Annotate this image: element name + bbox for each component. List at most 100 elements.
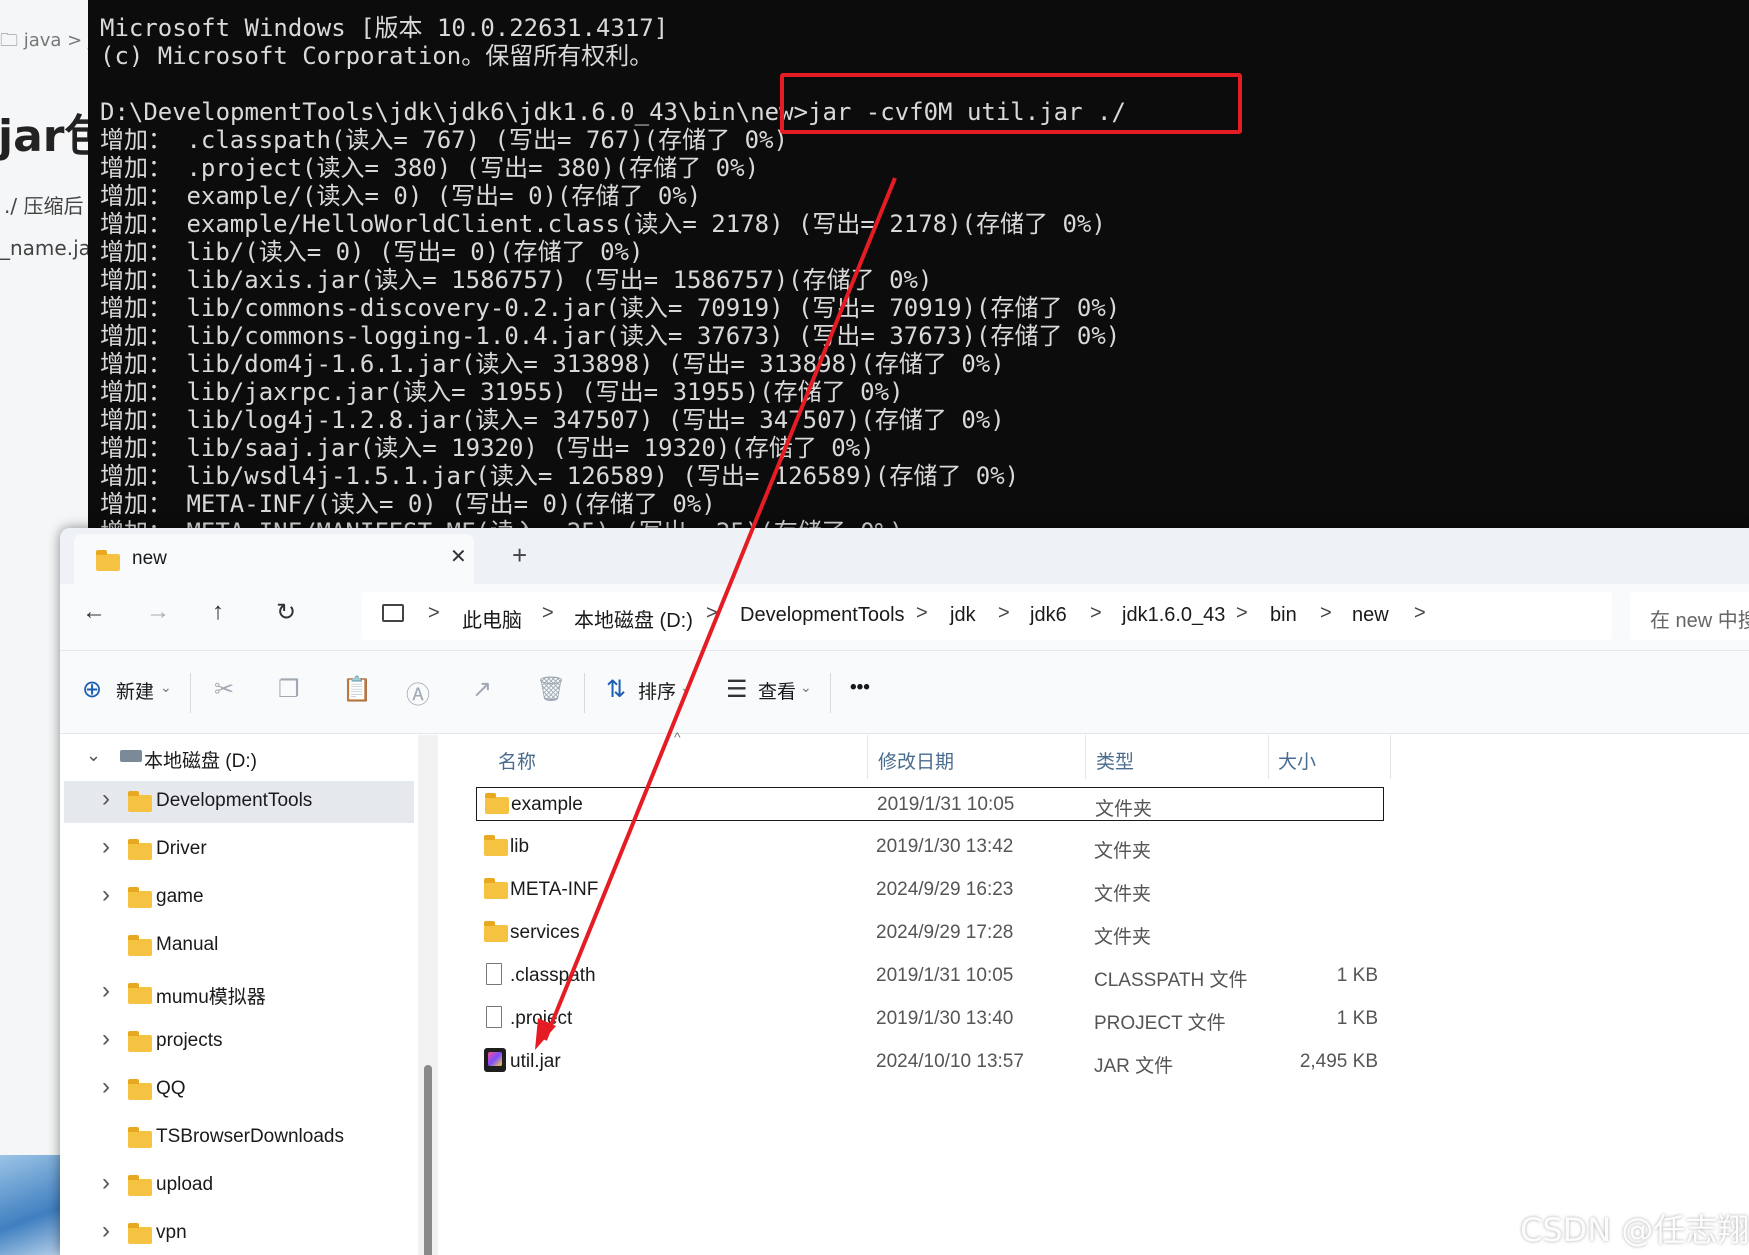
folder-icon <box>128 791 152 812</box>
more-options-icon[interactable]: ••• <box>850 677 870 699</box>
chevron-right-icon: > <box>1236 602 1248 624</box>
file-row[interactable]: util.jar 2024/10/10 13:57 JAR 文件 2,495 KB <box>476 1045 1384 1079</box>
delete-icon[interactable]: 🗑 <box>536 675 566 704</box>
breadcrumb-new[interactable]: new <box>1352 604 1389 627</box>
forward-arrow-icon[interactable]: → <box>146 598 170 626</box>
column-header-type[interactable]: 类型 <box>1096 747 1134 774</box>
sidebar-item-tsbrowserdownloads[interactable]: TSBrowserDownloads <box>64 1117 414 1159</box>
chevron-right-icon: > <box>706 602 718 624</box>
watermark: CSDN @任志翔 <box>1520 1211 1749 1249</box>
file-list: ^ 名称 修改日期 类型 大小 example 2019/1/31 10:05 文件… <box>440 729 1749 1255</box>
folder-icon <box>128 935 152 956</box>
breadcrumb-this-pc[interactable]: 此电脑 <box>462 604 522 633</box>
file-explorer-window: new ✕ + ← → ↑ ↻ > 此电脑 > 本地磁盘 (D:) > Deve… <box>60 528 1749 1255</box>
terminal-line: 增加： lib/jaxrpc.jar(读入= 31955) (写出= 31955… <box>100 378 904 406</box>
sidebar-item-upload[interactable]: › upload <box>64 1165 414 1207</box>
file-row[interactable]: .classpath 2019/1/31 10:05 CLASSPATH 文件 1 K… <box>476 959 1384 993</box>
chevron-down-icon: ⌄ <box>680 679 692 695</box>
chevron-right-icon[interactable]: › <box>102 1073 110 1101</box>
terminal-line: (c) Microsoft Corporation。保留所有权利。 <box>100 42 654 70</box>
sidebar-item-game[interactable]: › game <box>64 877 414 919</box>
breadcrumb-bin[interactable]: bin <box>1270 604 1297 627</box>
rename-icon[interactable]: Ⓐ <box>406 675 430 710</box>
sidebar-item-vpn[interactable]: › vpn <box>64 1213 414 1255</box>
file-row[interactable]: .project 2019/1/30 13:40 PROJECT 文件 1 KB <box>476 1002 1384 1036</box>
column-header-size[interactable]: 大小 <box>1278 747 1316 774</box>
file-row[interactable]: services 2024/9/29 17:28 文件夹 <box>476 916 1384 950</box>
file-date: 2019/1/31 10:05 <box>877 794 1015 815</box>
chevron-right-icon[interactable]: › <box>102 1217 110 1245</box>
search-input[interactable]: 在 new 中搜索 <box>1630 592 1749 640</box>
breadcrumb-jdk6[interactable]: jdk6 <box>1030 604 1067 627</box>
toolbar-divider <box>830 673 831 713</box>
chevron-right-icon: > <box>1320 602 1332 624</box>
terminal-line: 增加： lib/dom4j-1.6.1.jar(读入= 313898) (写出=… <box>100 350 1005 378</box>
address-bar[interactable]: > 此电脑 > 本地磁盘 (D:) > DevelopmentTools > j… <box>362 592 1612 640</box>
column-divider[interactable] <box>867 735 868 779</box>
file-size: 1 KB <box>1336 1008 1378 1029</box>
chevron-right-icon[interactable]: › <box>102 881 110 909</box>
chevron-right-icon[interactable]: › <box>102 1025 110 1053</box>
view-button[interactable]: 查看 <box>758 677 796 704</box>
sidebar-scrollbar[interactable] <box>418 735 438 1255</box>
breadcrumb-developmenttools[interactable]: DevelopmentTools <box>740 604 905 627</box>
file-date: 2019/1/30 13:42 <box>876 836 1014 857</box>
file-name: services <box>510 922 580 943</box>
paste-icon[interactable]: 📋 <box>342 675 372 704</box>
column-header-date[interactable]: 修改日期 <box>878 747 954 774</box>
sidebar-item-mumu-[interactable]: › mumu模拟器 <box>64 973 414 1015</box>
new-tab-button[interactable]: + <box>512 540 527 571</box>
terminal-line: 增加： lib/wsdl4j-1.5.1.jar(读入= 126589) (写出… <box>100 462 1020 490</box>
file-type: 文件夹 <box>1094 841 1152 862</box>
sidebar-item-projects[interactable]: › projects <box>64 1021 414 1063</box>
folder-icon <box>128 983 152 1004</box>
file-date: 2024/9/29 16:23 <box>876 879 1014 900</box>
terminal-window[interactable]: Microsoft Windows [版本 10.0.22631.4317] (c… <box>88 0 1749 540</box>
tab-bar: new ✕ + <box>60 528 1749 584</box>
sidebar-item-label: Driver <box>156 838 207 859</box>
chevron-right-icon[interactable]: › <box>102 977 110 1005</box>
breadcrumb-local-disk[interactable]: 本地磁盘 (D:) <box>574 604 693 633</box>
column-header-name[interactable]: 名称 <box>498 747 536 774</box>
sidebar-item-qq[interactable]: › QQ <box>64 1069 414 1111</box>
sidebar-item-label: upload <box>156 1174 214 1195</box>
sort-ascending-icon: ^ <box>674 729 681 745</box>
back-arrow-icon[interactable]: ← <box>82 598 106 626</box>
chevron-right-icon[interactable]: > <box>1414 602 1426 625</box>
sort-button[interactable]: 排序 <box>638 677 676 704</box>
chevron-right-icon[interactable]: › <box>102 833 110 861</box>
close-icon[interactable]: ✕ <box>450 544 467 569</box>
file-row[interactable]: META-INF 2024/9/29 16:23 文件夹 <box>476 873 1384 907</box>
file-row[interactable]: lib 2019/1/30 13:42 文件夹 <box>476 830 1384 864</box>
sidebar-item-label: projects <box>156 1030 223 1051</box>
tab-new[interactable]: new ✕ <box>74 534 474 584</box>
file-type: JAR 文件 <box>1094 1056 1174 1077</box>
share-icon[interactable]: ↗ <box>472 675 492 704</box>
toolbar-divider <box>584 673 585 713</box>
chevron-right-icon[interactable]: › <box>102 785 110 813</box>
column-divider[interactable] <box>1390 735 1391 779</box>
drive-icon <box>120 750 142 762</box>
refresh-icon[interactable]: ↻ <box>276 598 296 627</box>
breadcrumb-jdk[interactable]: jdk <box>950 604 976 627</box>
copy-icon[interactable]: ❐ <box>278 675 300 704</box>
sidebar-item-developmenttools[interactable]: › DevelopmentTools <box>64 781 414 823</box>
chevron-right-icon[interactable]: › <box>102 1169 110 1197</box>
column-divider[interactable] <box>1268 735 1269 779</box>
sidebar-item-driver[interactable]: › Driver <box>64 829 414 871</box>
file-row[interactable]: example 2019/1/31 10:05 文件夹 <box>476 787 1384 821</box>
command-highlight-box <box>780 73 1242 134</box>
scrollbar-thumb[interactable] <box>424 1065 432 1255</box>
column-divider[interactable] <box>1085 735 1086 779</box>
new-button[interactable]: 新建 <box>116 677 154 704</box>
breadcrumb-jdk1-6-0-43[interactable]: jdk1.6.0_43 <box>1122 604 1225 627</box>
command-bar: ⊕ 新建 ⌄ ✂ ❐ 📋 Ⓐ ↗ 🗑 ⇅ 排序 ⌄ ☰ 查看 ⌄ ••• <box>60 650 1749 734</box>
chevron-down-icon[interactable]: ⌄ <box>86 745 101 766</box>
computer-icon <box>382 604 404 622</box>
cut-icon[interactable]: ✂ <box>214 675 234 704</box>
sidebar-item-label: Manual <box>156 934 219 955</box>
sidebar-item-manual[interactable]: Manual <box>64 925 414 967</box>
sidebar-item-local-disk[interactable]: ⌄ 本地磁盘 (D:) <box>64 737 414 779</box>
up-arrow-icon[interactable]: ↑ <box>212 598 224 626</box>
terminal-line: 增加： .project(读入= 380) (写出= 380)(存储了 0%) <box>100 154 760 182</box>
